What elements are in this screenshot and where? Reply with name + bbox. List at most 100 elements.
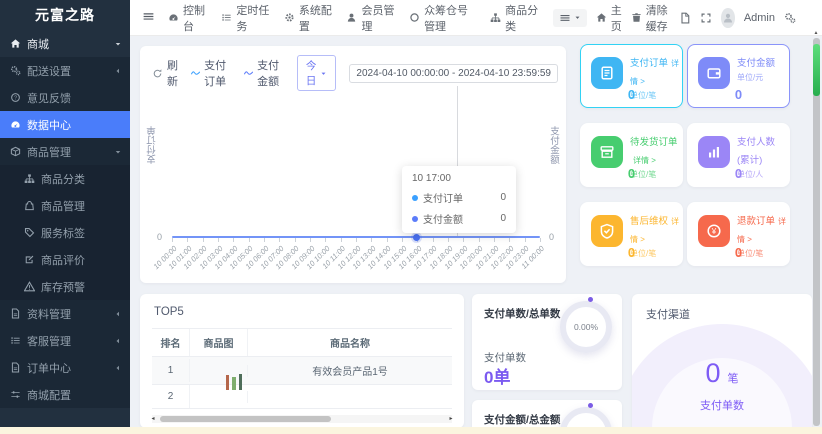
sidebar-item-商城配置[interactable]: 商城配置 bbox=[0, 381, 130, 408]
payments-chart-card: 刷新 支付订单 支付金额 今日 2024-04-10 00:00:00 - 20… bbox=[140, 46, 566, 283]
sidebar-item-客服管理[interactable]: 客服管理 bbox=[0, 327, 130, 354]
clear-cache-button[interactable]: 清除缓存 bbox=[631, 2, 671, 34]
stat-value: 0 bbox=[627, 245, 636, 260]
rank-cell: 2 bbox=[152, 385, 190, 408]
stat-value: 0 bbox=[627, 87, 636, 102]
cogs-icon bbox=[10, 65, 21, 76]
stat-card-支付人数(累计)[interactable]: 支付人数(累计) 单位/人 0 bbox=[687, 123, 790, 187]
warning-icon bbox=[24, 281, 35, 292]
content: 刷新 支付订单 支付金额 今日 2024-04-10 00:00:00 - 20… bbox=[130, 36, 822, 434]
stat-value: 0 bbox=[734, 87, 743, 102]
sidebar-item-数据中心[interactable]: 数据中心 bbox=[0, 111, 130, 138]
pay-channel-card: 支付渠道 0笔 支付单数 bbox=[632, 294, 812, 434]
vertical-scrollbar[interactable] bbox=[813, 38, 820, 426]
file-icon bbox=[10, 362, 21, 373]
nav-tab-定时任务[interactable]: 定时任务 bbox=[221, 2, 271, 34]
sidebar-item-资料管理[interactable]: 资料管理 bbox=[0, 300, 130, 327]
table-row[interactable]: 2 bbox=[152, 385, 452, 409]
sidebar-item-商品管理[interactable]: 商品管理 bbox=[0, 138, 130, 165]
nav-tab-控制台[interactable]: 控制台 bbox=[168, 2, 208, 34]
table-row[interactable]: 1 有效会员产品1号 bbox=[152, 357, 452, 390]
app-logo: 元富之路 bbox=[35, 7, 95, 23]
channel-value: 0 bbox=[705, 358, 721, 388]
series-dot-icon bbox=[412, 215, 418, 222]
date-range-input[interactable]: 2024-04-10 00:00:00 - 2024-04-10 23:59:5… bbox=[349, 63, 558, 83]
gauge-marker-dot bbox=[588, 297, 594, 302]
stat-card-支付金额[interactable]: 支付金额 单位/元 0 bbox=[687, 44, 790, 108]
username[interactable]: Admin bbox=[744, 12, 775, 24]
sidebar-item-配送设置[interactable]: 配送设置 bbox=[0, 57, 130, 84]
fullscreen-icon[interactable] bbox=[700, 12, 712, 24]
nav-tab-商品分类[interactable]: 商品分类 bbox=[490, 2, 540, 34]
chart-highlight-dot bbox=[412, 234, 420, 241]
stat-value: 0 bbox=[627, 166, 636, 181]
menu-dropdown-button[interactable] bbox=[552, 8, 587, 27]
home-label: 主页 bbox=[610, 4, 622, 33]
stat-card-退款订单[interactable]: 退款订单 详情 > 单位/笔 0 bbox=[687, 202, 790, 266]
sidebar-item-订单中心[interactable]: 订单中心 bbox=[0, 354, 130, 381]
nav-tab-众筹仓号管理[interactable]: 众筹仓号管理 bbox=[409, 2, 477, 34]
edit-icon bbox=[24, 254, 35, 265]
ratio-donut-gauge: 0.00% bbox=[560, 297, 612, 353]
avatar[interactable] bbox=[721, 7, 735, 28]
list-icon bbox=[10, 335, 21, 346]
caret-left-icon bbox=[114, 67, 122, 75]
product-name-cell: 有效会员产品1号 bbox=[312, 367, 388, 378]
vertical-scrollbar-thumb[interactable] bbox=[813, 44, 820, 96]
detail-link[interactable]: 详情 > bbox=[633, 156, 656, 165]
gauge-icon bbox=[168, 12, 179, 23]
y-axis-left-zero: 0 bbox=[157, 232, 163, 242]
box-icon bbox=[10, 146, 21, 157]
caret-down-icon bbox=[114, 148, 122, 156]
product-name-cell bbox=[248, 391, 452, 403]
settings-gears-icon[interactable] bbox=[784, 12, 796, 24]
stat-card-支付订单[interactable]: 支付订单 详情 > 单位/笔 0 bbox=[580, 44, 683, 108]
channel-title: 支付渠道 bbox=[646, 309, 690, 321]
chart-toolbar: 刷新 支付订单 支付金额 今日 2024-04-10 00:00:00 - 20… bbox=[140, 46, 566, 91]
caret-down-icon bbox=[114, 40, 122, 48]
lock-page-icon[interactable] bbox=[679, 12, 691, 24]
tooltip-rows: 支付订单 0 支付金额 0 bbox=[412, 190, 506, 226]
legend-item-支付金额[interactable]: 支付金额 bbox=[244, 57, 284, 89]
home-icon bbox=[10, 38, 21, 49]
sidebar-item-意见反馈[interactable]: 意见反馈 bbox=[0, 84, 130, 111]
home-icon bbox=[596, 12, 607, 23]
pay-count-ratio-card: 支付单数/总单数 0.00% 支付单数 0单 bbox=[472, 294, 622, 390]
user-icon bbox=[722, 12, 734, 24]
refresh-button[interactable]: 刷新 bbox=[152, 57, 178, 89]
sidebar-item-商城[interactable]: 商城 bbox=[0, 30, 130, 57]
stat-card-待发货订单[interactable]: 待发货订单详情 > 单位/笔 0 bbox=[580, 123, 683, 187]
sitemap-icon bbox=[24, 173, 35, 184]
nav-tab-会员管理[interactable]: 会员管理 bbox=[346, 2, 396, 34]
sidebar-item-商品管理[interactable]: 商品管理 bbox=[0, 192, 130, 219]
nav-tab-系统配置[interactable]: 系统配置 bbox=[284, 2, 334, 34]
detail-link[interactable]: 详情 > bbox=[630, 59, 679, 86]
detail-link[interactable]: 详情 > bbox=[630, 217, 679, 244]
horizontal-scrollbar-thumb[interactable] bbox=[160, 416, 331, 422]
top5-title: TOP5 bbox=[154, 306, 184, 318]
ratio-value: 0单 bbox=[484, 368, 511, 387]
scroll-left-arrow[interactable]: ◂ bbox=[149, 415, 157, 423]
legend-item-支付订单[interactable]: 支付订单 bbox=[191, 57, 231, 89]
sidebar-toggle-button[interactable] bbox=[142, 10, 155, 26]
list-icon bbox=[221, 12, 232, 23]
stat-card-售后维权[interactable]: 售后维权 详情 > 单位/笔 0 bbox=[580, 202, 683, 266]
top5-card: TOP5 排名 商品图 商品名称 1 有效会员产品1号 2 ◂ ▸ bbox=[140, 294, 464, 428]
archive-icon bbox=[599, 144, 615, 160]
scroll-up-arrow[interactable]: ▲ bbox=[812, 30, 820, 37]
scroll-right-arrow[interactable]: ▸ bbox=[447, 415, 455, 423]
home-link[interactable]: 主页 bbox=[596, 2, 622, 34]
sidebar-item-服务标签[interactable]: 服务标签 bbox=[0, 219, 130, 246]
line-series-icon bbox=[191, 68, 200, 78]
chart-bars-icon bbox=[706, 144, 722, 160]
sidebar-item-商品评价[interactable]: 商品评价 bbox=[0, 246, 130, 273]
sidebar-item-商品分类[interactable]: 商品分类 bbox=[0, 165, 130, 192]
gauge-marker-dot bbox=[588, 403, 594, 408]
horizontal-scrollbar[interactable]: ◂ ▸ bbox=[149, 415, 455, 423]
sidebar-item-库存预警[interactable]: 库存预警 bbox=[0, 273, 130, 300]
sidebar: 元富之路 商城 配送设置 意见反馈 数据中心 商品管理 商品分类 商品管理 服务… bbox=[0, 0, 130, 434]
detail-link[interactable]: 详情 > bbox=[737, 217, 786, 244]
sitemap-icon bbox=[490, 12, 501, 23]
app-window: 元富之路 商城 配送设置 意见反馈 数据中心 商品管理 商品分类 商品管理 服务… bbox=[0, 0, 822, 434]
chart-tooltip: 10 17:00 支付订单 0 支付金额 0 bbox=[402, 166, 516, 233]
